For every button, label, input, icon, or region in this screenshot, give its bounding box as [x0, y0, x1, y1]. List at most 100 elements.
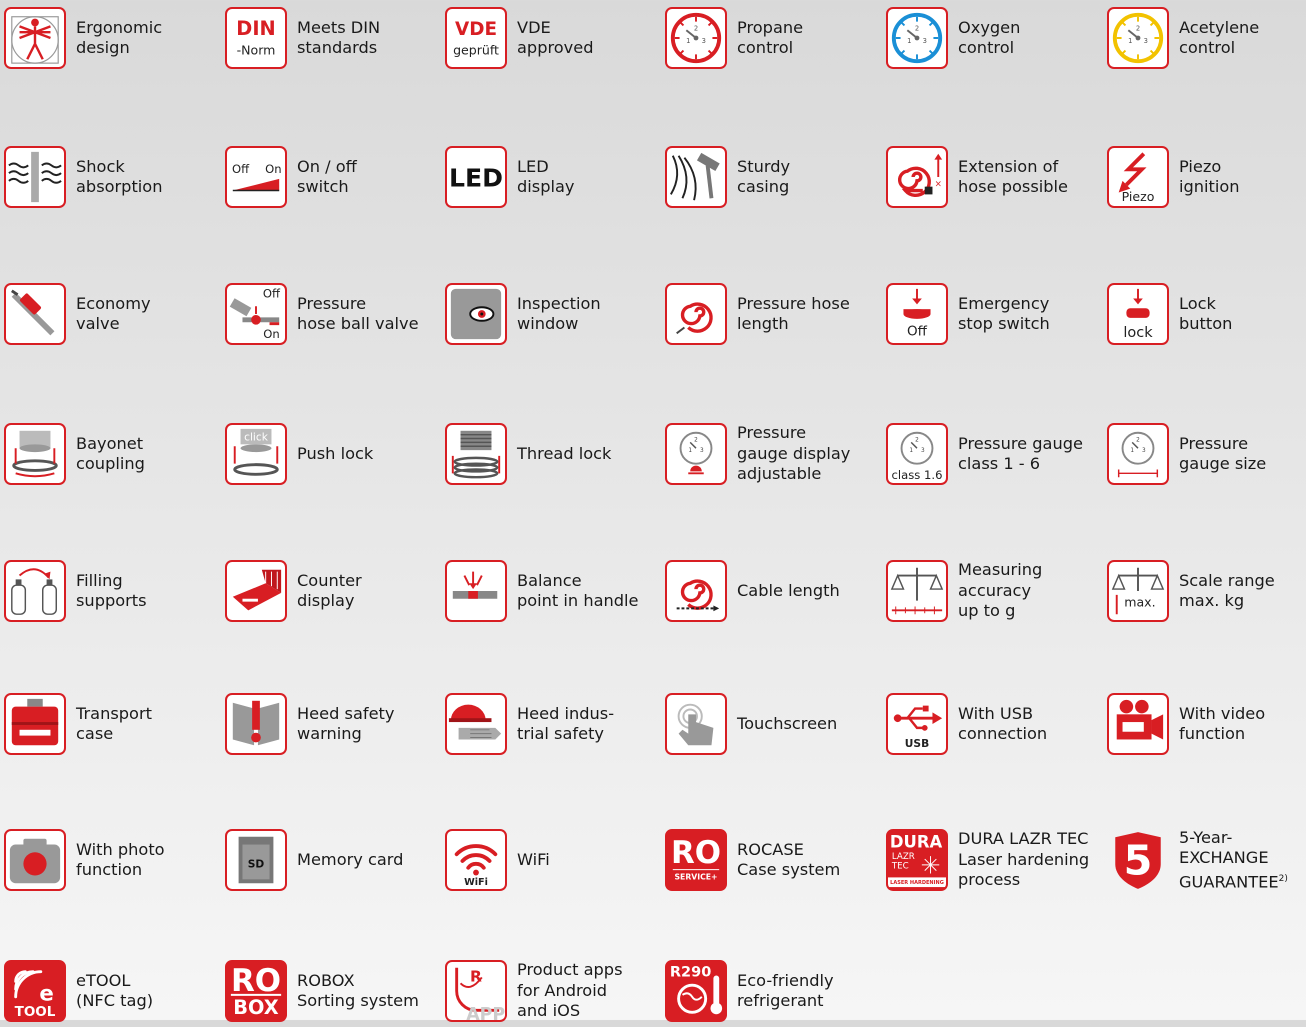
feature-label: Shock absorption	[76, 156, 163, 197]
oxygen-gauge-icon: 2 1 3	[886, 7, 948, 69]
feature-label: Filling supports	[76, 570, 147, 611]
svg-text:SD: SD	[248, 858, 265, 871]
feature-item: × Extension of hose possible	[882, 143, 1097, 213]
propane-gauge-icon: 2 1 3	[665, 7, 727, 69]
feature-item: WiFi WiFi	[441, 826, 656, 896]
bayonet-coupling-icon	[4, 423, 66, 485]
din-norm-icon: DIN -Norm	[225, 7, 287, 69]
feature-item: Counter display	[221, 557, 436, 627]
hose-coil-icon	[665, 283, 727, 345]
svg-text:Piezo: Piezo	[1122, 189, 1155, 204]
scale-accuracy-icon	[886, 560, 948, 622]
rocase-icon: RO SERVICE+	[665, 829, 727, 891]
feature-label: Eco-friendly refrigerant	[737, 970, 834, 1011]
feature-label: eTOOL (NFC tag)	[76, 970, 154, 1011]
feature-label: With USB connection	[958, 703, 1048, 744]
svg-text:LASER HARDENING: LASER HARDENING	[890, 880, 944, 886]
shock-absorption-icon	[4, 146, 66, 208]
svg-text:1: 1	[907, 37, 911, 45]
feature-label: Thread lock	[517, 443, 612, 463]
svg-text:3: 3	[921, 448, 925, 454]
svg-text:1: 1	[1128, 37, 1132, 45]
svg-text:RO: RO	[671, 835, 721, 871]
feature-item: Shock absorption	[0, 143, 215, 213]
svg-text:Off: Off	[907, 323, 928, 339]
memory-card-icon: SD	[225, 829, 287, 891]
feature-label: Oxygen control	[958, 17, 1021, 58]
feature-item: Inspection window	[441, 280, 656, 350]
svg-text:BOX: BOX	[233, 996, 278, 1019]
svg-text:max.: max.	[1124, 594, 1155, 609]
wifi-icon: WiFi	[445, 829, 507, 891]
feature-label: Meets DIN standards	[297, 17, 381, 58]
hose-extension-icon: ×	[886, 146, 948, 208]
svg-text:3: 3	[923, 37, 927, 45]
feature-label: Pressure hose length	[737, 293, 850, 334]
svg-text:e: e	[39, 982, 53, 1007]
on-off-switch-icon: Off On	[225, 146, 287, 208]
robox-icon: RO BOX	[225, 960, 287, 1022]
usb-icon: USB	[886, 693, 948, 755]
svg-text:-Norm: -Norm	[237, 42, 276, 57]
feature-item: 2 1 3 Propane control	[661, 4, 876, 74]
svg-text:2: 2	[1136, 24, 1140, 32]
feature-label: Memory card	[297, 849, 404, 869]
feature-item: With video function	[1103, 690, 1306, 760]
feature-item: Thread lock	[441, 420, 656, 490]
feature-item: SD Memory card	[221, 826, 436, 896]
svg-text:2: 2	[915, 437, 919, 443]
feature-label: Acetylene control	[1179, 17, 1260, 58]
feature-label: On / off switch	[297, 156, 357, 197]
gauge-class-icon: 2 1 3 class 1.6	[886, 423, 948, 485]
svg-text:class 1.6: class 1.6	[892, 468, 943, 482]
svg-text:geprüft: geprüft	[453, 42, 499, 57]
feature-label: DURA LAZR TEC Laser hardening process	[958, 829, 1090, 890]
feature-item: click Push lock	[221, 420, 436, 490]
feature-item: USB With USB connection	[882, 690, 1097, 760]
feature-item: 2 1 3 class 1.6 Pressure gauge class 1 -…	[882, 420, 1097, 490]
svg-text:click: click	[244, 430, 269, 443]
scale-range-icon: max.	[1107, 560, 1169, 622]
ergonomic-figure-icon	[4, 7, 66, 69]
photo-camera-icon	[4, 829, 66, 891]
feature-label: 5-Year- EXCHANGE GUARANTEE2)	[1179, 827, 1288, 891]
thread-lock-icon	[445, 423, 507, 485]
feature-label: Pressure gauge class 1 - 6	[958, 433, 1083, 474]
feature-label: LED display	[517, 156, 575, 197]
svg-text:5: 5	[1124, 836, 1153, 884]
vde-icon: VDE geprüft	[445, 7, 507, 69]
acetylene-gauge-icon: 2 1 3	[1107, 7, 1169, 69]
feature-item: Cable length	[661, 557, 876, 627]
svg-text:LAZR: LAZR	[892, 852, 915, 862]
feature-item: RO BOX ROBOX Sorting system	[221, 957, 436, 1027]
svg-text:3: 3	[1142, 448, 1146, 454]
feature-item: 2 1 3 Pressure gauge size	[1103, 420, 1306, 490]
feature-item: Heed indus- trial safety	[441, 690, 656, 760]
svg-text:R290: R290	[670, 965, 711, 981]
svg-text:1: 1	[1130, 448, 1134, 454]
feature-item: R APP Product apps for Android and iOS	[441, 957, 656, 1027]
svg-text:3: 3	[1144, 37, 1148, 45]
feature-item: DIN -Norm Meets DIN standards	[221, 4, 436, 74]
feature-label: With video function	[1179, 703, 1266, 744]
svg-text:×: ×	[935, 180, 942, 190]
feature-label: Bayonet coupling	[76, 433, 145, 474]
feature-label: VDE approved	[517, 17, 594, 58]
svg-text:2: 2	[694, 437, 698, 443]
led-icon: LED	[445, 146, 507, 208]
svg-text:2: 2	[1136, 437, 1140, 443]
feature-label: Ergonomic design	[76, 17, 163, 58]
svg-text:1: 1	[909, 448, 913, 454]
svg-text:TEC: TEC	[891, 862, 909, 872]
svg-text:SERVICE+: SERVICE+	[674, 872, 717, 881]
balance-point-icon	[445, 560, 507, 622]
ball-valve-icon: Off On	[225, 283, 287, 345]
feature-label: ROCASE Case system	[737, 839, 841, 880]
svg-text:WiFi: WiFi	[464, 877, 488, 888]
video-camera-icon	[1107, 693, 1169, 755]
feature-label: Heed safety warning	[297, 703, 395, 744]
feature-label: With photo function	[76, 839, 165, 880]
r290-refrigerant-icon: R290	[665, 960, 727, 1022]
piezo-icon: Piezo	[1107, 146, 1169, 208]
feature-item: With photo function	[0, 826, 215, 896]
